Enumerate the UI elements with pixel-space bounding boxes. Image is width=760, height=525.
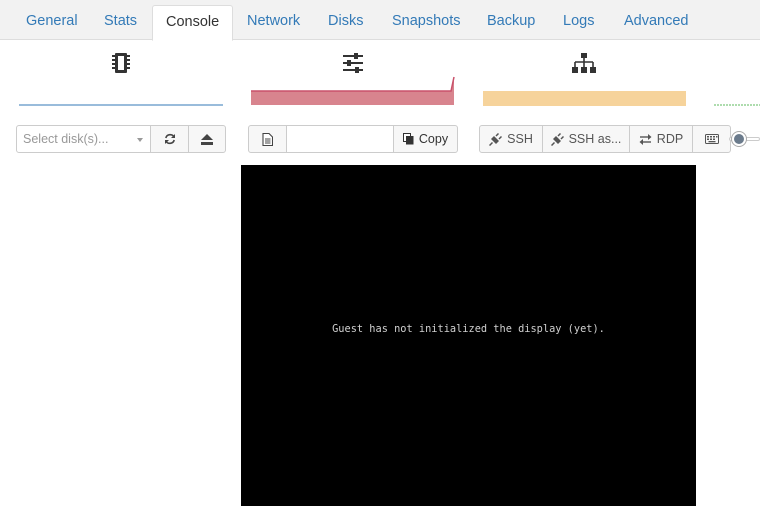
memory-usage-sparkline xyxy=(251,76,455,105)
tab-advanced[interactable]: Advanced xyxy=(624,5,689,40)
cpu-chip-icon xyxy=(108,50,134,76)
scale-slider-handle[interactable] xyxy=(732,132,746,146)
rdp-button[interactable]: RDP xyxy=(629,125,693,153)
clipboard-button[interactable] xyxy=(248,125,287,153)
keyboard-icon xyxy=(704,134,719,144)
clipboard-input[interactable] xyxy=(286,125,394,153)
refresh-button[interactable] xyxy=(150,125,189,153)
disk-select[interactable]: Select disk(s)... xyxy=(16,125,151,153)
eject-icon xyxy=(201,133,213,145)
exchange-icon xyxy=(639,133,652,145)
cpu-usage-sparkline xyxy=(19,104,223,106)
tab-backup[interactable]: Backup xyxy=(487,5,535,40)
disk-select-placeholder: Select disk(s)... xyxy=(23,132,109,146)
tab-snapshots[interactable]: Snapshots xyxy=(392,5,461,40)
copy-label: Copy xyxy=(418,132,449,146)
plug-icon xyxy=(489,132,503,146)
ssh-as-button[interactable]: SSH as... xyxy=(542,125,630,153)
console-display[interactable]: Guest has not initialized the display (y… xyxy=(241,165,696,506)
scale-slider[interactable] xyxy=(729,131,760,147)
tab-general[interactable]: General xyxy=(26,5,78,40)
console-message: Guest has not initialized the display (y… xyxy=(332,323,605,335)
sliders-icon xyxy=(340,50,366,76)
keyboard-button[interactable] xyxy=(692,125,731,153)
clipboard-icon xyxy=(262,132,273,146)
ssh-as-label: SSH as... xyxy=(568,132,622,146)
disk-usage-sparkline xyxy=(714,104,760,106)
plug-icon xyxy=(550,132,564,146)
eject-button[interactable] xyxy=(188,125,226,153)
refresh-icon xyxy=(164,133,175,145)
chevron-down-icon xyxy=(137,138,143,142)
tab-logs[interactable]: Logs xyxy=(563,5,594,40)
sitemap-icon xyxy=(571,50,597,76)
tab-disks[interactable]: Disks xyxy=(328,5,363,40)
tab-console[interactable]: Console xyxy=(152,5,234,41)
network-usage-sparkline xyxy=(483,91,686,106)
tab-bar: General Stats Console Network Disks Snap… xyxy=(0,0,760,41)
rdp-label: RDP xyxy=(656,132,684,146)
tab-network[interactable]: Network xyxy=(247,5,300,40)
copy-icon xyxy=(402,133,414,145)
ssh-button[interactable]: SSH xyxy=(479,125,543,153)
ssh-label: SSH xyxy=(507,132,533,146)
tab-stats[interactable]: Stats xyxy=(104,5,137,40)
copy-button[interactable]: Copy xyxy=(393,125,458,153)
